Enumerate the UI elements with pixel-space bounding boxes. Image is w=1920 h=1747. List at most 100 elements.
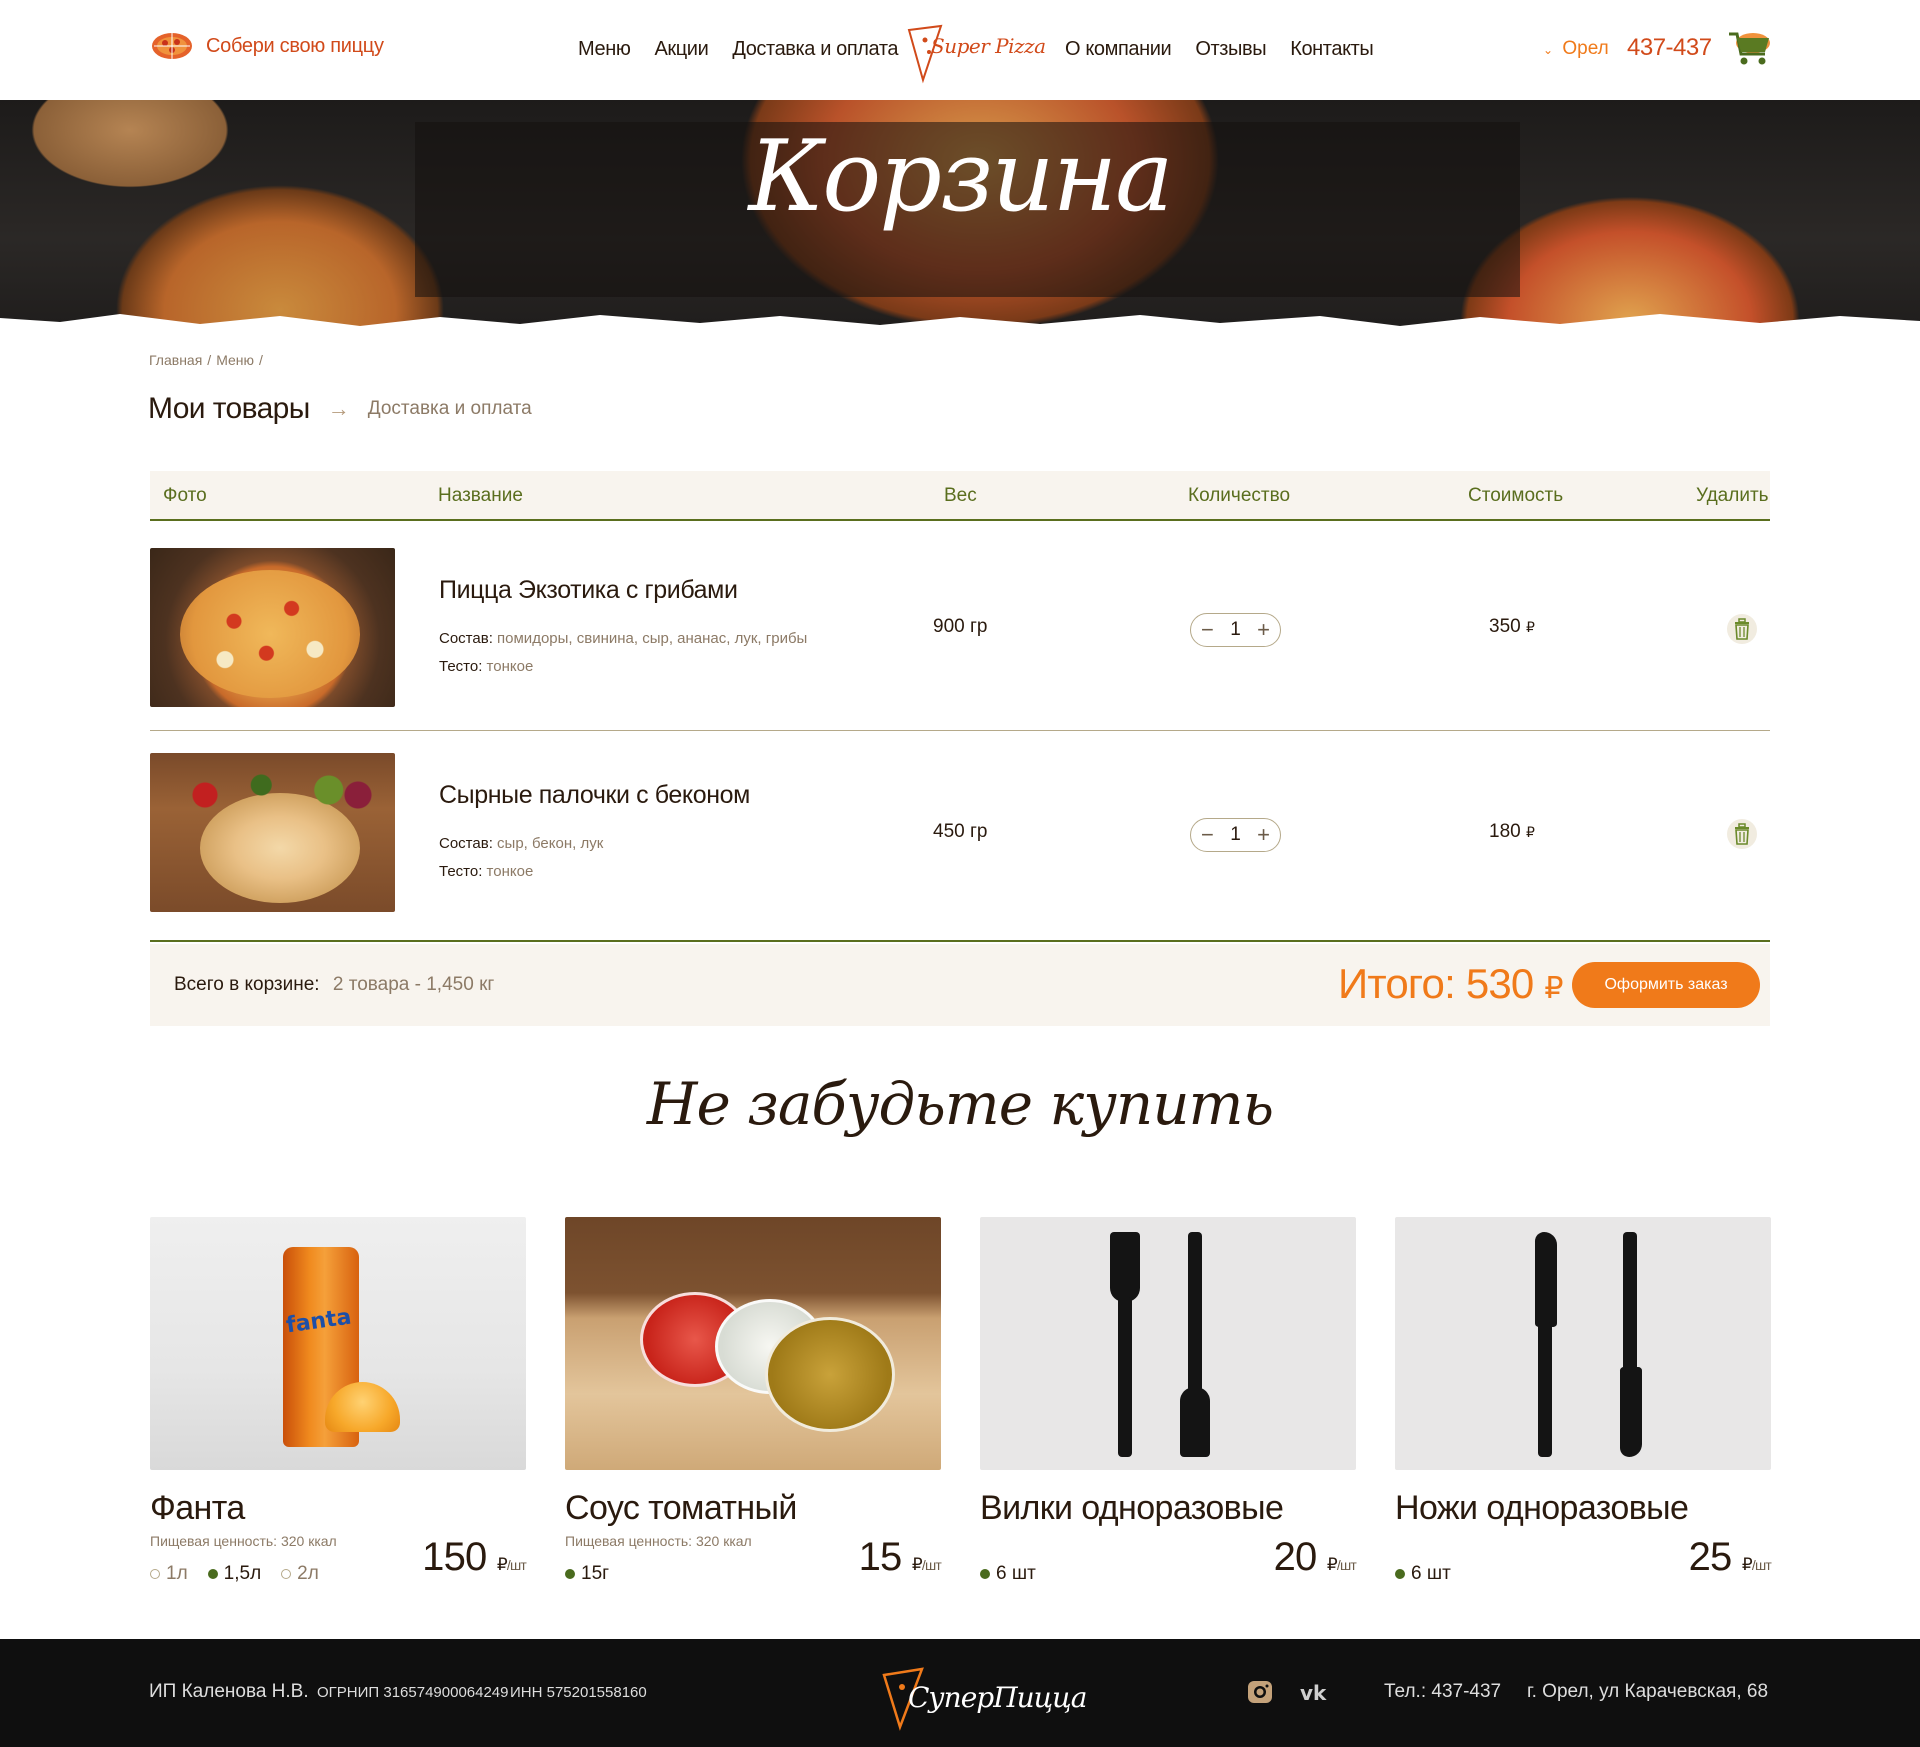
footer-logo-text: СуперПицца (908, 1681, 1087, 1714)
product-name[interactable]: Соус томатный (565, 1489, 797, 1528)
total-label: Итого: (1338, 960, 1456, 1007)
qty-plus-button[interactable]: + (1257, 619, 1270, 641)
header-phone[interactable]: 437-437 (1627, 34, 1712, 62)
nav-reviews[interactable]: Отзывы (1195, 38, 1266, 61)
trash-icon[interactable] (1726, 613, 1758, 645)
pizza-builder-link[interactable]: Собери свою пиццу (150, 30, 384, 62)
option-label: 6 шт (996, 1563, 1036, 1584)
page-banner: Корзина (0, 100, 1920, 332)
fanta-logo: fanta (284, 1304, 353, 1339)
nav-about[interactable]: О компании (1065, 38, 1172, 61)
item-price: 180 ₽ (1489, 821, 1535, 843)
option-radio[interactable]: 1,5л (207, 1563, 261, 1585)
cart-icon[interactable] (1725, 28, 1773, 68)
col-delete: Удалить (1696, 485, 1769, 506)
footer-phone[interactable]: Тел.: 437-437 (1384, 1681, 1501, 1703)
qty-minus-button[interactable]: − (1201, 824, 1214, 846)
svg-text:vk: vk (1300, 1681, 1327, 1705)
trash-icon[interactable] (1726, 818, 1758, 850)
footer-address: г. Орел, ул Карачевская, 68 (1527, 1681, 1769, 1702)
city-selector[interactable]: ⌄ Орел (1543, 38, 1609, 60)
item-title[interactable]: Пицца Экзотика с грибами (439, 576, 738, 605)
footer-ogrnip: ОГРНИП 316574900064249 (317, 1684, 509, 1701)
checkout-button[interactable]: Оформить заказ (1572, 962, 1760, 1008)
item-title[interactable]: Сырные палочки с беконом (439, 781, 750, 810)
product-photo[interactable] (980, 1217, 1356, 1470)
fork-head-image (1110, 1232, 1140, 1302)
product-options: 15г (565, 1563, 609, 1585)
nav-contacts[interactable]: Контакты (1290, 38, 1374, 61)
product-price: 25 ₽/шт (1689, 1535, 1772, 1580)
col-cost: Стоимость (1468, 485, 1564, 506)
nav-menu[interactable]: Меню (578, 38, 631, 61)
product-card: Соус томатный Пищевая ценность: 320 ккал… (565, 1217, 942, 1584)
cart-table-header: Фото Название Вес Количество Стоимость У… (150, 471, 1770, 521)
footer-logo[interactable]: СуперПицца (878, 1661, 1087, 1731)
quantity-stepper: − 1 + (1190, 818, 1281, 852)
qty-minus-button[interactable]: − (1201, 619, 1214, 641)
footer-company: ИП Каленова Н.В. (149, 1681, 309, 1702)
cart-summary-label: Всего в корзине: (174, 974, 320, 995)
option-radio[interactable]: 1л (150, 1563, 188, 1585)
product-photo[interactable] (1395, 1217, 1771, 1470)
radio-dot-icon (1395, 1569, 1405, 1579)
option-radio[interactable]: 6 шт (1395, 1563, 1451, 1585)
composition-value: помидоры, свинина, сыр, ананас, лук, гри… (497, 630, 808, 647)
fork-head-image (1180, 1387, 1210, 1457)
arrow-right-icon: → (327, 396, 350, 421)
product-photo[interactable] (150, 753, 395, 912)
qty-value[interactable]: 1 (1230, 619, 1241, 641)
unit: /шт (1336, 1557, 1357, 1573)
total-currency: ₽ (1544, 972, 1563, 1005)
qty-plus-button[interactable]: + (1257, 824, 1270, 846)
footer-inn: ИНН 575201558160 (510, 1684, 647, 1701)
price-unit: ₽/шт (911, 1555, 942, 1574)
item-composition: Состав: сыр, бекон, лук (439, 835, 603, 852)
quantity-stepper: − 1 + (1190, 613, 1281, 647)
option-label: 1л (166, 1563, 188, 1584)
knife-handle-image (1538, 1322, 1552, 1457)
price-value: 350 (1489, 616, 1521, 637)
product-photo[interactable]: fanta (150, 1217, 526, 1470)
nav-promotions[interactable]: Акции (654, 38, 708, 61)
city-label: Орел (1562, 38, 1609, 59)
checkout-steps: Мои товары → Доставка и оплата (148, 392, 532, 426)
option-radio[interactable]: 15г (565, 1563, 609, 1585)
page-title: Корзина (748, 120, 1173, 234)
product-photo[interactable] (150, 548, 395, 707)
breadcrumb-menu[interactable]: Меню (216, 352, 254, 368)
radio-dot-icon (980, 1569, 990, 1579)
cart-summary-value: 2 товара - 1,450 кг (332, 974, 495, 995)
step-delivery[interactable]: Доставка и оплата (368, 398, 532, 420)
site-logo[interactable]: Super Pizza (905, 20, 1046, 84)
radio-dot-icon (565, 1569, 575, 1579)
instagram-icon[interactable] (1240, 1679, 1280, 1705)
product-name[interactable]: Вилки одноразовые (980, 1489, 1284, 1528)
price-unit: ₽/шт (1326, 1555, 1357, 1574)
cart-summary: Всего в корзине: 2 товара - 1,450 кг (174, 974, 494, 996)
cart-total: Итого: 530 ₽ (1338, 960, 1563, 1008)
currency: ₽ (911, 1555, 923, 1574)
option-radio[interactable]: 6 шт (980, 1563, 1036, 1585)
nav-delivery[interactable]: Доставка и оплата (732, 38, 898, 61)
table-row: Пицца Экзотика с грибами Состав: помидор… (150, 527, 1770, 731)
product-photo[interactable] (565, 1217, 941, 1470)
vk-icon[interactable]: vk (1298, 1679, 1338, 1705)
breadcrumb: Главная / Меню / (149, 352, 263, 368)
product-name[interactable]: Фанта (150, 1489, 245, 1528)
product-card: Вилки одноразовые 6 шт 20 ₽/шт (980, 1217, 1357, 1584)
knife-handle-image (1623, 1232, 1637, 1372)
item-dough: Тесто: тонкое (439, 863, 533, 880)
breadcrumb-home[interactable]: Главная (149, 352, 202, 368)
option-radio[interactable]: 2л (281, 1563, 319, 1585)
product-name[interactable]: Ножи одноразовые (1395, 1489, 1689, 1528)
qty-value[interactable]: 1 (1230, 824, 1241, 846)
item-weight: 900 гр (933, 616, 988, 637)
currency: ₽ (1326, 1555, 1338, 1574)
unit: /шт (1751, 1557, 1772, 1573)
unit: /шт (921, 1557, 942, 1573)
price-value: 20 (1273, 1535, 1318, 1579)
dough-value: тонкое (486, 658, 534, 675)
price-value: 150 (422, 1535, 487, 1579)
product-card: Ножи одноразовые 6 шт 25 ₽/шт (1395, 1217, 1772, 1584)
